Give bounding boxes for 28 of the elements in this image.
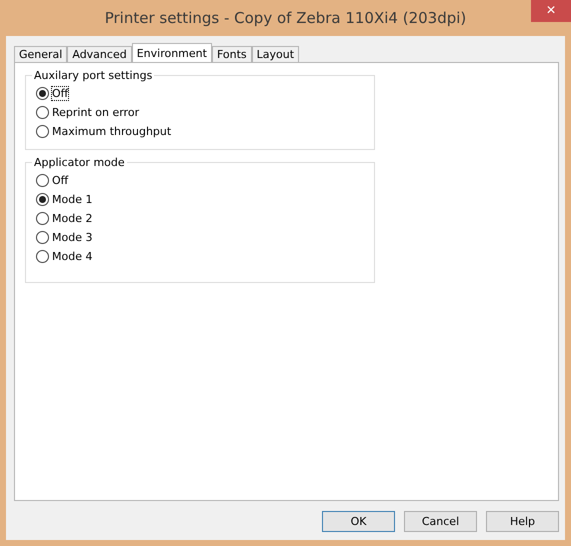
- radio-button[interactable]: [36, 193, 49, 206]
- radio-label: Reprint on error: [51, 105, 140, 120]
- dialog-button[interactable]: OK: [322, 511, 395, 532]
- radio-button[interactable]: [36, 174, 49, 187]
- radio-label: Maximum throughput: [51, 124, 172, 139]
- close-button[interactable]: ×: [531, 0, 571, 22]
- group-title: Applicator mode: [33, 156, 126, 169]
- radio-button[interactable]: [36, 87, 49, 100]
- radio-button[interactable]: [36, 212, 49, 225]
- radio-label: Off: [51, 86, 70, 101]
- tab[interactable]: Layout: [252, 46, 300, 62]
- dialog-button[interactable]: Cancel: [404, 511, 477, 532]
- tab[interactable]: Environment: [132, 43, 212, 62]
- radio-label: Mode 3: [51, 230, 94, 245]
- radio-label: Mode 4: [51, 249, 94, 264]
- radio-label: Off: [51, 173, 70, 188]
- tab[interactable]: General: [14, 46, 68, 62]
- dialog-button[interactable]: Help: [486, 511, 559, 532]
- radio-button[interactable]: [36, 231, 49, 244]
- radio-button[interactable]: [36, 250, 49, 263]
- tab[interactable]: Advanced: [67, 46, 132, 62]
- radio-button[interactable]: [36, 125, 49, 138]
- radio-label: Mode 2: [51, 211, 94, 226]
- radio-button[interactable]: [36, 106, 49, 119]
- group-title: Auxilary port settings: [33, 69, 154, 82]
- radio-label: Mode 1: [51, 192, 94, 207]
- window-title: Printer settings - Copy of Zebra 110Xi4 (203dpi): [104, 9, 466, 27]
- tab[interactable]: Fonts: [212, 46, 252, 62]
